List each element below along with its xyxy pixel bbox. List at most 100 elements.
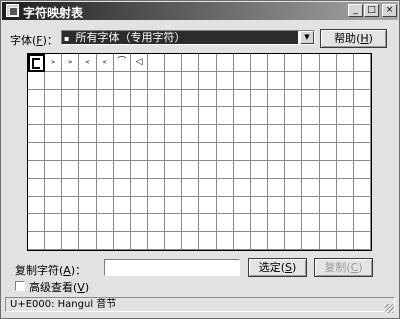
- character-cell[interactable]: [113, 178, 131, 197]
- character-cell[interactable]: [285, 89, 303, 108]
- character-cell[interactable]: [268, 143, 286, 161]
- character-cell[interactable]: [165, 196, 183, 215]
- character-cell[interactable]: [148, 214, 166, 233]
- character-cell[interactable]: [285, 178, 303, 197]
- minimize-button[interactable]: _: [348, 4, 363, 17]
- characters-to-copy-input[interactable]: [104, 259, 240, 276]
- character-cell[interactable]: [285, 107, 303, 126]
- character-cell[interactable]: [302, 54, 320, 72]
- character-cell[interactable]: [165, 54, 183, 72]
- select-button[interactable]: 选定(S): [248, 258, 307, 277]
- character-cell[interactable]: [182, 160, 200, 179]
- character-cell[interactable]: [182, 107, 200, 126]
- character-cell[interactable]: [148, 160, 166, 179]
- character-cell[interactable]: [233, 54, 251, 72]
- character-cell[interactable]: [165, 107, 183, 126]
- advanced-view-checkbox[interactable]: [15, 281, 25, 291]
- character-cell[interactable]: [45, 178, 63, 197]
- character-cell[interactable]: [319, 89, 337, 108]
- character-cell[interactable]: [285, 232, 303, 250]
- character-cell[interactable]: [336, 214, 354, 233]
- character-cell[interactable]: [96, 143, 114, 161]
- character-cell[interactable]: [28, 214, 46, 233]
- character-cell[interactable]: [250, 160, 269, 179]
- character-cell[interactable]: [319, 214, 337, 233]
- character-cell[interactable]: [45, 143, 63, 161]
- character-cell[interactable]: [28, 71, 46, 90]
- character-cell[interactable]: [28, 54, 46, 72]
- character-cell[interactable]: [353, 107, 371, 126]
- character-cell[interactable]: [199, 54, 217, 72]
- character-cell[interactable]: [353, 54, 371, 72]
- character-cell[interactable]: [130, 196, 149, 215]
- character-cell[interactable]: [216, 125, 234, 144]
- character-cell[interactable]: ﹥: [45, 54, 63, 72]
- character-cell[interactable]: [285, 196, 303, 215]
- character-cell[interactable]: [79, 89, 97, 108]
- character-cell[interactable]: [216, 54, 234, 72]
- character-cell[interactable]: [199, 89, 217, 108]
- character-cell[interactable]: [45, 71, 63, 90]
- character-cell[interactable]: [353, 143, 371, 161]
- character-cell[interactable]: [216, 214, 234, 233]
- character-cell[interactable]: [319, 196, 337, 215]
- character-cell[interactable]: [250, 71, 269, 90]
- character-cell[interactable]: [165, 89, 183, 108]
- character-cell[interactable]: [182, 54, 200, 72]
- character-cell[interactable]: [148, 143, 166, 161]
- character-cell[interactable]: [233, 89, 251, 108]
- character-cell[interactable]: [165, 160, 183, 179]
- character-cell[interactable]: [96, 125, 114, 144]
- character-cell[interactable]: [165, 214, 183, 233]
- character-cell[interactable]: [79, 71, 97, 90]
- character-cell[interactable]: [199, 214, 217, 233]
- character-cell[interactable]: [165, 232, 183, 250]
- title-bar[interactable]: 字符映射表 _ □ ×: [2, 2, 398, 20]
- character-cell[interactable]: [336, 89, 354, 108]
- character-cell[interactable]: [285, 160, 303, 179]
- character-cell[interactable]: [113, 196, 131, 215]
- character-cell[interactable]: [319, 107, 337, 126]
- character-cell[interactable]: [45, 89, 63, 108]
- character-cell[interactable]: [199, 143, 217, 161]
- close-button[interactable]: ×: [382, 4, 397, 17]
- character-cell[interactable]: [45, 125, 63, 144]
- help-button[interactable]: 帮助(H): [320, 29, 387, 48]
- copy-button[interactable]: 复制(C): [314, 258, 373, 277]
- character-cell[interactable]: [28, 160, 46, 179]
- character-cell[interactable]: [216, 196, 234, 215]
- character-cell[interactable]: [79, 107, 97, 126]
- character-cell[interactable]: [148, 196, 166, 215]
- character-cell[interactable]: [130, 232, 149, 250]
- character-cell[interactable]: ﹥: [62, 54, 80, 72]
- character-cell[interactable]: [353, 125, 371, 144]
- character-cell[interactable]: ﹤: [79, 54, 97, 72]
- character-cell[interactable]: [182, 232, 200, 250]
- character-cell[interactable]: [45, 160, 63, 179]
- character-cell[interactable]: [45, 214, 63, 233]
- character-cell[interactable]: [96, 160, 114, 179]
- character-cell[interactable]: [62, 107, 80, 126]
- character-cell[interactable]: [62, 71, 80, 90]
- character-cell[interactable]: [79, 214, 97, 233]
- character-cell[interactable]: [250, 107, 269, 126]
- character-cell[interactable]: [62, 196, 80, 215]
- character-cell[interactable]: [96, 89, 114, 108]
- character-cell[interactable]: [130, 89, 149, 108]
- maximize-button[interactable]: □: [364, 4, 379, 17]
- character-cell[interactable]: [199, 107, 217, 126]
- character-cell[interactable]: [285, 143, 303, 161]
- character-cell[interactable]: ◁: [130, 54, 149, 72]
- character-cell[interactable]: [113, 232, 131, 250]
- character-cell[interactable]: [216, 232, 234, 250]
- character-cell[interactable]: [130, 71, 149, 90]
- character-cell[interactable]: [199, 160, 217, 179]
- character-cell[interactable]: [28, 196, 46, 215]
- character-cell[interactable]: [165, 125, 183, 144]
- character-cell[interactable]: [28, 107, 46, 126]
- app-icon[interactable]: [6, 4, 19, 17]
- character-cell[interactable]: [96, 71, 114, 90]
- character-cell[interactable]: [199, 178, 217, 197]
- character-cell[interactable]: [233, 160, 251, 179]
- character-cell[interactable]: [302, 125, 320, 144]
